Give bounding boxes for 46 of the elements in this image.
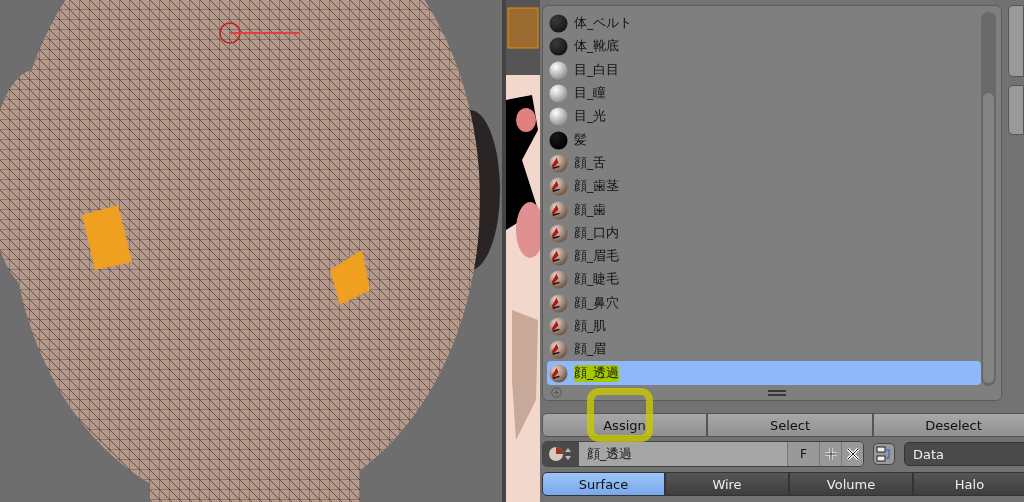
tab[interactable]: Halo <box>913 472 1024 496</box>
link-dropdown[interactable]: Data <box>904 442 1024 466</box>
add-icon[interactable] <box>551 387 562 398</box>
material-slot[interactable]: 髪 <box>547 128 981 152</box>
resize-grip-icon[interactable] <box>767 389 786 396</box>
side-button[interactable] <box>1008 85 1024 135</box>
material-slot[interactable]: 顔_鼻穴 <box>547 291 981 315</box>
action-button[interactable]: Select <box>707 413 873 437</box>
material-slot[interactable]: 顔_眉 <box>547 338 981 362</box>
material-slot[interactable]: 目_光 <box>547 105 981 129</box>
tab[interactable]: Surface <box>542 472 665 496</box>
material-slot[interactable]: 顔_肌 <box>547 314 981 339</box>
material-slot[interactable]: 顔_口内 <box>547 221 981 245</box>
material-preview-icon <box>549 14 568 34</box>
material-slot[interactable]: 顔_睫毛 <box>547 268 981 292</box>
highlight-mark <box>587 388 653 442</box>
node-icon[interactable] <box>873 443 895 465</box>
material-preview-icon <box>549 130 568 150</box>
material-slot[interactable]: 目_瞳 <box>547 81 981 106</box>
material-preview-icon <box>549 107 568 127</box>
material-slot[interactable]: 顔_歯茎 <box>547 175 981 199</box>
material-preview-icon <box>549 293 568 313</box>
material-slot[interactable]: 目_白目 <box>547 58 981 82</box>
material-preview-icon <box>549 37 568 57</box>
material-preview-icon <box>549 317 568 336</box>
material-preview-icon <box>549 177 568 197</box>
material-slot[interactable]: 顔_舌 <box>547 151 981 176</box>
scrollbar[interactable] <box>981 12 996 386</box>
material-preview-icon <box>549 270 568 290</box>
material-preview-icon <box>549 153 568 173</box>
material-preview-icon <box>549 223 568 243</box>
material-preview-icon <box>549 60 568 80</box>
tab[interactable]: Wire <box>665 472 789 496</box>
material-slot[interactable]: 体_ベルト <box>547 12 981 36</box>
material-slot[interactable]: 体_靴底 <box>547 35 981 59</box>
material-preview-icon <box>549 200 568 220</box>
material-preview-icon <box>549 84 568 104</box>
side-button[interactable] <box>1008 5 1024 77</box>
material-preview-icon <box>549 340 568 360</box>
tab[interactable]: Volume <box>789 472 913 496</box>
material-slot[interactable]: 顔_眉毛 <box>547 244 981 269</box>
material-slot[interactable]: 顔_透過 <box>547 361 981 385</box>
action-button[interactable]: Deselect <box>873 413 1024 437</box>
material-slot[interactable]: 顔_歯 <box>547 198 981 222</box>
material-preview-icon <box>549 247 568 267</box>
material-preview-icon <box>549 363 568 383</box>
